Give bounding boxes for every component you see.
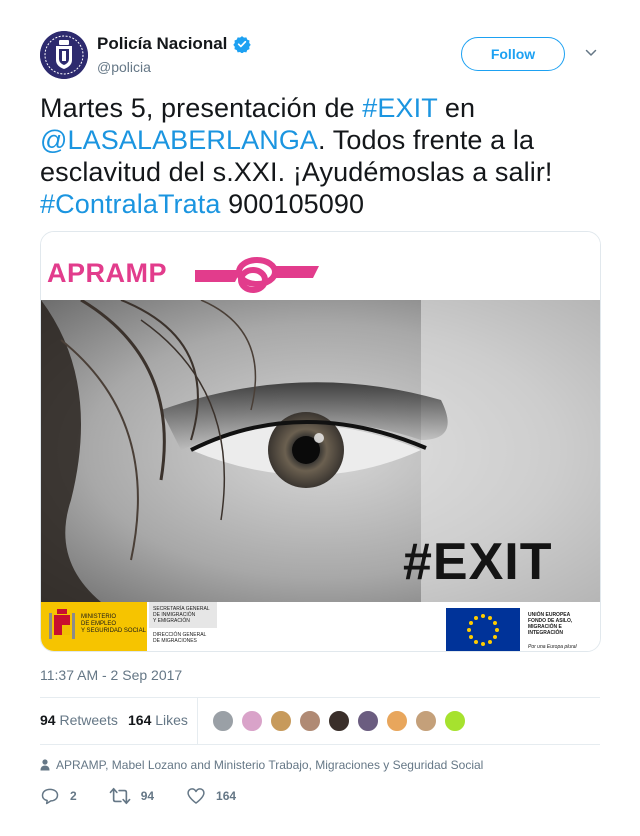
tweet-text-segment: Martes 5, presentación de — [40, 93, 363, 123]
media-banner: APRAMP — [41, 232, 600, 300]
like-count: 164 — [216, 789, 237, 803]
tweet-text-segment: en — [437, 93, 476, 123]
ministry-label-line: DE EMPLEO — [81, 621, 117, 627]
apramp-knot-icon — [195, 257, 319, 293]
retweets-label: Retweets — [59, 712, 118, 728]
liker-avatar[interactable] — [299, 710, 321, 732]
tweet-media-image[interactable]: APRAMP #EXIT MINISTERIO DE EMPLEO Y SEGU… — [40, 231, 601, 652]
stats-separator — [197, 698, 198, 744]
liker-avatar[interactable] — [270, 710, 292, 732]
retweets-stat[interactable]: 94 Retweets — [40, 712, 118, 728]
ministry-label-line: MINISTERIO — [81, 614, 117, 620]
liker-avatar[interactable] — [328, 710, 350, 732]
reply-icon — [41, 788, 59, 805]
heart-icon — [187, 788, 205, 804]
liker-avatar[interactable] — [357, 710, 379, 732]
reply-count: 2 — [70, 789, 77, 803]
ministry-label: MINISTERIO DE EMPLEO Y SEGURIDAD SOCIAL — [81, 614, 146, 635]
likes-stat[interactable]: 164 Likes — [128, 712, 188, 728]
liker-avatar[interactable] — [241, 710, 263, 732]
tweet-actions: 2 94 164 — [40, 786, 268, 806]
directorate-label-line: DE MIGRACIONES — [153, 638, 197, 644]
tweet-timestamp[interactable]: 11:37 AM - 2 Sep 2017 — [40, 667, 182, 683]
spain-government-logo: MINISTERIO DE EMPLEO Y SEGURIDAD SOCIAL — [41, 602, 147, 651]
eu-motto: Por una Europa plural — [528, 644, 577, 650]
liker-avatar[interactable] — [444, 710, 466, 732]
like-button[interactable]: 164 — [186, 786, 236, 806]
hashtag-exit-link[interactable]: #EXIT — [362, 93, 437, 123]
account-handle[interactable]: @policia — [97, 59, 151, 75]
divider — [40, 744, 600, 745]
chevron-down-icon[interactable] — [585, 47, 597, 59]
tweet-header: Policía Nacional @policia Follow — [40, 31, 600, 81]
retweet-button[interactable]: 94 — [109, 786, 154, 806]
eu-fund-label-line: INTEGRACIÓN — [528, 630, 563, 636]
retweet-icon — [109, 787, 131, 805]
tweet-phone-number: 900105090 — [220, 189, 365, 219]
eu-fund-label: UNIÓN EUROPEA FONDO DE ASILO, MIGRACIÓN … — [528, 612, 572, 636]
apramp-logo-text: APRAMP — [47, 258, 168, 288]
ministry-label-line: Y SEGURIDAD SOCIAL — [81, 628, 146, 634]
secretary-label-line: Y EMIGRACIÓN — [153, 618, 190, 624]
mention-link[interactable]: @LASALABERLANGA — [40, 125, 318, 155]
reply-button[interactable]: 2 — [40, 786, 77, 806]
likes-count: 164 — [128, 712, 152, 728]
retweets-count: 94 — [40, 712, 56, 728]
liker-avatars — [212, 710, 473, 732]
liker-avatar[interactable] — [415, 710, 437, 732]
follow-button[interactable]: Follow — [461, 37, 565, 71]
directorate-label: DIRECCIÓN GENERAL DE MIGRACIONES — [153, 632, 206, 644]
tweet-text: Martes 5, presentación de #EXIT en @LASAL… — [40, 92, 600, 220]
exit-campaign-text: #EXIT — [403, 533, 553, 591]
hashtag-contralatrata-link[interactable]: #ContralaTrata — [40, 189, 221, 219]
social-context: APRAMP, Mabel Lozano and Ministerio Trab… — [40, 758, 483, 772]
tweet-stats: 94 Retweets 164 Likes — [40, 698, 600, 744]
likes-label: Likes — [155, 712, 188, 728]
verified-badge-icon — [233, 36, 252, 53]
sponsor-logos-strip: MINISTERIO DE EMPLEO Y SEGURIDAD SOCIAL … — [41, 602, 600, 651]
account-name-row: Policía Nacional — [97, 34, 252, 54]
eu-flag-icon — [446, 608, 520, 651]
spain-coat-of-arms-icon — [49, 609, 75, 639]
account-name[interactable]: Policía Nacional — [97, 34, 227, 54]
person-icon — [40, 759, 50, 771]
retweet-count: 94 — [140, 789, 155, 803]
social-context-text[interactable]: APRAMP, Mabel Lozano and Ministerio Trab… — [56, 758, 483, 772]
secretary-label: SECRETARÍA GENERAL DE INMIGRACIÓN Y EMIG… — [153, 606, 210, 624]
liker-avatar[interactable] — [386, 710, 408, 732]
avatar[interactable] — [40, 31, 88, 79]
liker-avatar[interactable] — [212, 710, 234, 732]
